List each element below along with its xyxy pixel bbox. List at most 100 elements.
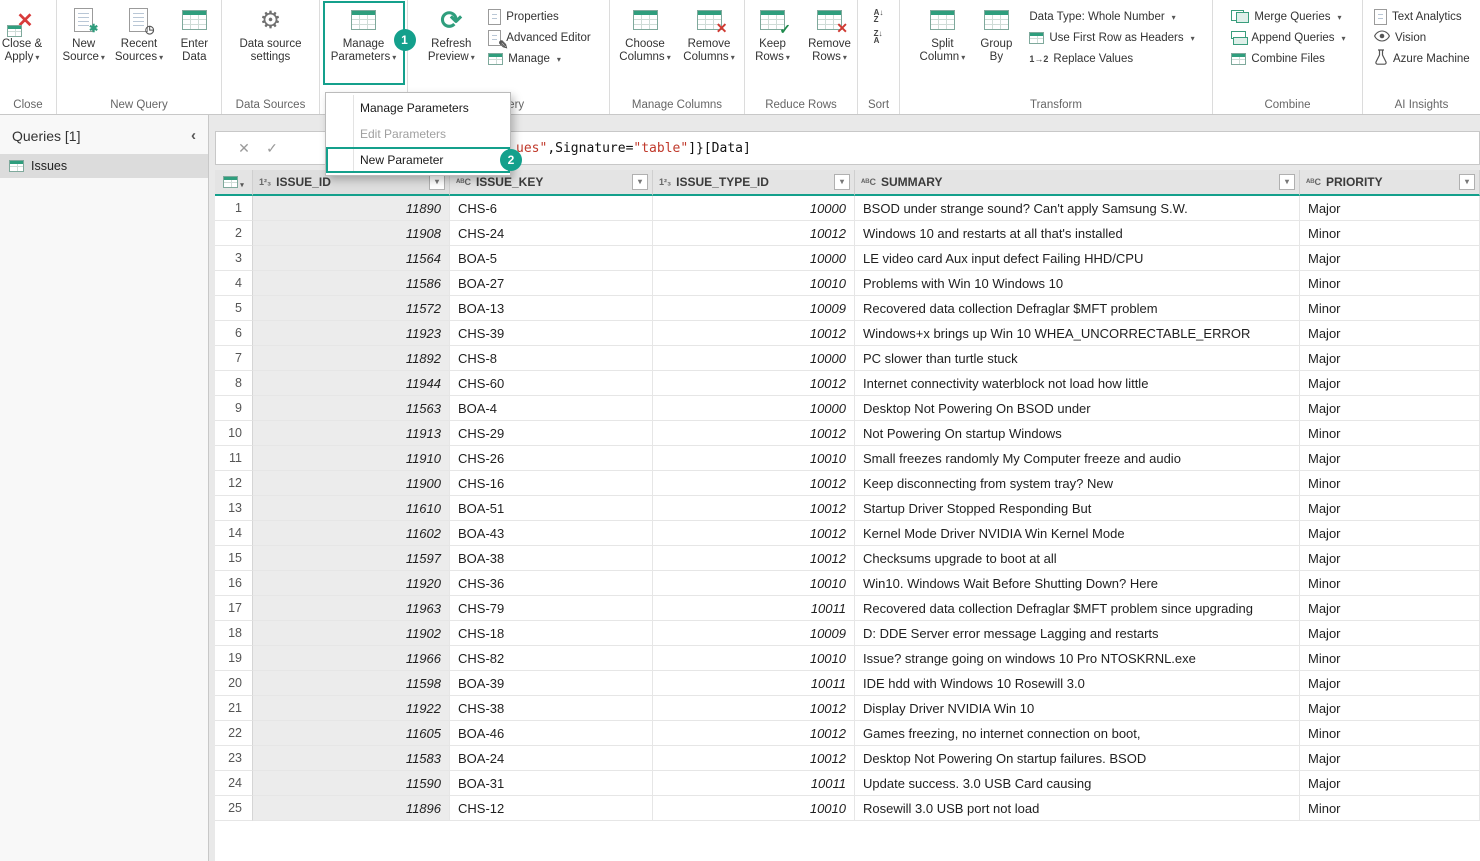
cell-issue_id[interactable]: 11564 <box>253 246 450 271</box>
cell-summary[interactable]: Recovered data collection Defraglar $MFT… <box>855 596 1300 621</box>
cell-priority[interactable]: Minor <box>1300 646 1480 671</box>
cell-issue_type_id[interactable]: 10010 <box>653 271 855 296</box>
cell-issue_type_id[interactable]: 10009 <box>653 621 855 646</box>
sort-ascending-button[interactable] <box>871 8 887 25</box>
cell-summary[interactable]: Internet connectivity waterblock not loa… <box>855 371 1300 396</box>
cell-summary[interactable]: Update success. 3.0 USB Card causing <box>855 771 1300 796</box>
vision-button[interactable]: Vision <box>1371 29 1429 46</box>
cell-issue_id[interactable]: 11913 <box>253 421 450 446</box>
cell-priority[interactable]: Major <box>1300 496 1480 521</box>
cell-summary[interactable]: Kernel Mode Driver NVIDIA Win Kernel Mod… <box>855 521 1300 546</box>
cell-summary[interactable]: PC slower than turtle stuck <box>855 346 1300 371</box>
properties-button[interactable]: Properties <box>485 8 561 25</box>
cell-summary[interactable]: Windows+x brings up Win 10 WHEA_UNCORREC… <box>855 321 1300 346</box>
cell-summary[interactable]: Problems with Win 10 Windows 10 <box>855 271 1300 296</box>
cell-issue_id[interactable]: 11605 <box>253 721 450 746</box>
filter-button[interactable]: ▾ <box>834 174 850 190</box>
row-number[interactable]: 13 <box>215 496 253 521</box>
cell-issue_type_id[interactable]: 10012 <box>653 721 855 746</box>
cell-issue_key[interactable]: CHS-29 <box>450 421 653 446</box>
column-header-summary[interactable]: ᴬᴮCSUMMARY▾ <box>855 170 1300 196</box>
collapse-panel-button[interactable] <box>185 127 202 144</box>
cell-issue_key[interactable]: CHS-26 <box>450 446 653 471</box>
close-and-apply-button[interactable]: Close & Apply <box>0 3 50 83</box>
column-header-issue_type_id[interactable]: 1²₃ISSUE_TYPE_ID▾ <box>653 170 855 196</box>
row-number[interactable]: 25 <box>215 796 253 821</box>
cell-issue_id[interactable]: 11598 <box>253 671 450 696</box>
cell-priority[interactable]: Major <box>1300 696 1480 721</box>
cell-priority[interactable]: Major <box>1300 771 1480 796</box>
cell-priority[interactable]: Minor <box>1300 471 1480 496</box>
row-number[interactable]: 19 <box>215 646 253 671</box>
row-number[interactable]: 4 <box>215 271 253 296</box>
cell-issue_type_id[interactable]: 10000 <box>653 346 855 371</box>
refresh-preview-button[interactable]: Refresh Preview <box>423 3 479 83</box>
cell-issue_key[interactable]: BOA-43 <box>450 521 653 546</box>
cell-issue_id[interactable]: 11610 <box>253 496 450 521</box>
cell-priority[interactable]: Major <box>1300 446 1480 471</box>
replace-values-button[interactable]: Replace Values <box>1026 50 1136 67</box>
cell-issue_type_id[interactable]: 10011 <box>653 771 855 796</box>
cell-issue_key[interactable]: BOA-13 <box>450 296 653 321</box>
choose-columns-button[interactable]: Choose Columns <box>614 3 676 83</box>
filter-button[interactable]: ▾ <box>1279 174 1295 190</box>
cell-summary[interactable]: Small freezes randomly My Computer freez… <box>855 446 1300 471</box>
cell-issue_key[interactable]: CHS-82 <box>450 646 653 671</box>
cell-summary[interactable]: Games freezing, no internet connection o… <box>855 721 1300 746</box>
cell-issue_id[interactable]: 11590 <box>253 771 450 796</box>
cell-issue_id[interactable]: 11923 <box>253 321 450 346</box>
cell-summary[interactable]: IDE hdd with Windows 10 Rosewill 3.0 <box>855 671 1300 696</box>
cell-issue_key[interactable]: CHS-60 <box>450 371 653 396</box>
cell-issue_key[interactable]: BOA-5 <box>450 246 653 271</box>
row-number[interactable]: 15 <box>215 546 253 571</box>
cell-priority[interactable]: Major <box>1300 346 1480 371</box>
use-first-row-as-headers-button[interactable]: Use First Row as Headers <box>1026 29 1197 46</box>
cell-priority[interactable]: Major <box>1300 321 1480 346</box>
commit-formula-icon[interactable] <box>258 140 286 157</box>
cell-priority[interactable]: Minor <box>1300 571 1480 596</box>
cell-issue_key[interactable]: CHS-38 <box>450 696 653 721</box>
cell-issue_type_id[interactable]: 10010 <box>653 446 855 471</box>
row-number[interactable]: 22 <box>215 721 253 746</box>
cell-issue_type_id[interactable]: 10010 <box>653 571 855 596</box>
cell-summary[interactable]: LE video card Aux input defect Failing H… <box>855 246 1300 271</box>
cell-issue_type_id[interactable]: 10012 <box>653 696 855 721</box>
cell-issue_type_id[interactable]: 10010 <box>653 796 855 821</box>
cell-issue_key[interactable]: CHS-36 <box>450 571 653 596</box>
row-number[interactable]: 20 <box>215 671 253 696</box>
cell-issue_id[interactable]: 11583 <box>253 746 450 771</box>
text-analytics-button[interactable]: Text Analytics <box>1371 8 1465 25</box>
row-number[interactable]: 21 <box>215 696 253 721</box>
cell-issue_type_id[interactable]: 10011 <box>653 596 855 621</box>
cell-issue_id[interactable]: 11922 <box>253 696 450 721</box>
new-source-button[interactable]: New Source <box>57 3 110 83</box>
cell-issue_type_id[interactable]: 10000 <box>653 396 855 421</box>
cell-issue_id[interactable]: 11902 <box>253 621 450 646</box>
cell-issue_type_id[interactable]: 10012 <box>653 321 855 346</box>
cell-issue_type_id[interactable]: 10012 <box>653 221 855 246</box>
cell-summary[interactable]: Startup Driver Stopped Responding But <box>855 496 1300 521</box>
merge-queries-button[interactable]: Merge Queries <box>1228 8 1344 25</box>
cell-priority[interactable]: Major <box>1300 621 1480 646</box>
cell-issue_type_id[interactable]: 10010 <box>653 646 855 671</box>
cell-summary[interactable]: Windows 10 and restarts at all that's in… <box>855 221 1300 246</box>
cell-priority[interactable]: Minor <box>1300 421 1480 446</box>
cell-issue_type_id[interactable]: 10012 <box>653 521 855 546</box>
append-queries-button[interactable]: Append Queries <box>1228 29 1348 46</box>
cell-priority[interactable]: Major <box>1300 746 1480 771</box>
cell-summary[interactable]: Desktop Not Powering On startup failures… <box>855 746 1300 771</box>
cell-issue_key[interactable]: BOA-39 <box>450 671 653 696</box>
filter-button[interactable]: ▾ <box>429 174 445 190</box>
cell-summary[interactable]: Recovered data collection Defraglar $MFT… <box>855 296 1300 321</box>
cell-issue_type_id[interactable]: 10012 <box>653 496 855 521</box>
manage-button[interactable]: Manage <box>485 50 564 67</box>
recent-sources-button[interactable]: Recent Sources <box>112 3 165 83</box>
cell-priority[interactable]: Major <box>1300 546 1480 571</box>
cell-summary[interactable]: Win10. Windows Wait Before Shutting Down… <box>855 571 1300 596</box>
cell-issue_type_id[interactable]: 10012 <box>653 471 855 496</box>
formula-text[interactable]: ues",Signature="table"]}[Data] <box>516 132 751 164</box>
cell-priority[interactable]: Major <box>1300 246 1480 271</box>
row-number[interactable]: 8 <box>215 371 253 396</box>
cell-issue_id[interactable]: 11896 <box>253 796 450 821</box>
azure-machine-learning-button[interactable]: Azure Machine <box>1371 50 1473 67</box>
